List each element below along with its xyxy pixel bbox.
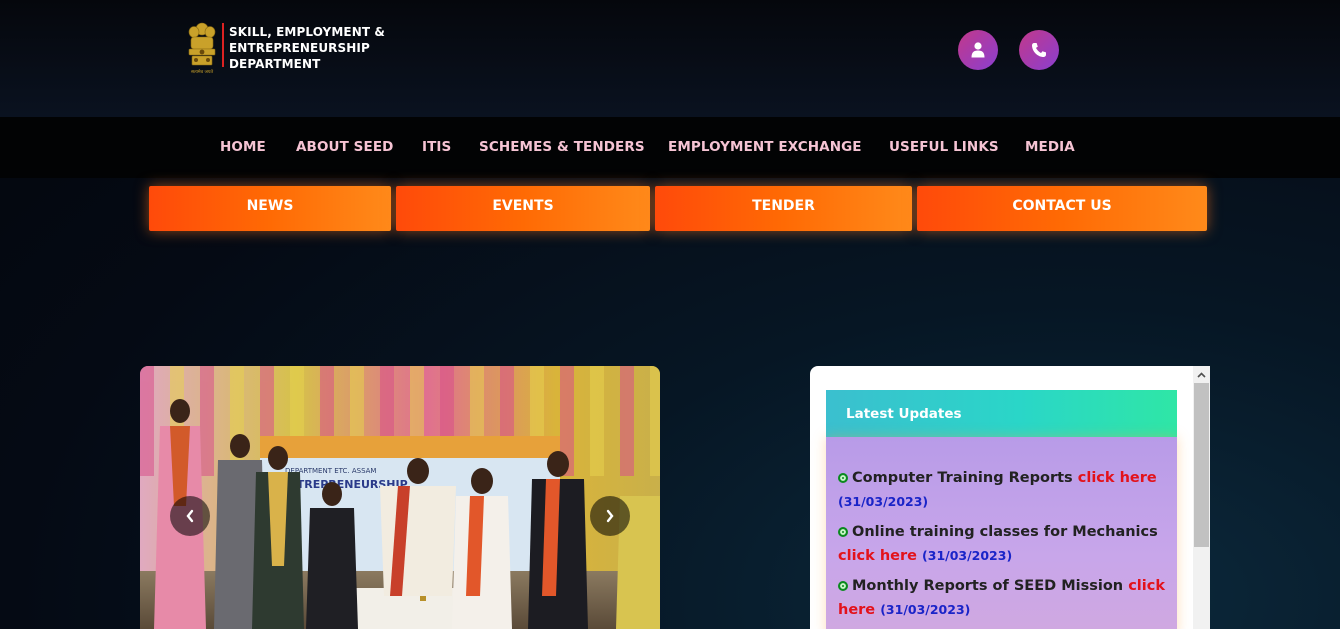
nav-employment-exchange[interactable]: EMPLOYMENT EXCHANGE bbox=[668, 139, 862, 155]
update-item: Monthly Reports of SEED Mission click he… bbox=[838, 575, 1165, 622]
update-item: Computer Training Reports click here (31… bbox=[838, 467, 1165, 514]
update-date: (31/03/2023) bbox=[922, 548, 1013, 563]
nav-itis[interactable]: ITIS bbox=[422, 139, 451, 155]
emblem-caption: सत्यमेव जयते bbox=[191, 68, 214, 75]
logo-divider bbox=[222, 23, 224, 67]
state-emblem-icon: सत्यमेव जयते bbox=[188, 22, 216, 75]
bullet-icon bbox=[838, 473, 848, 483]
bullet-icon bbox=[838, 527, 848, 537]
chevron-right-icon bbox=[606, 509, 614, 523]
phone-contact-button[interactable] bbox=[1019, 30, 1059, 70]
nav-about-seed[interactable]: ABOUT SEED bbox=[296, 139, 393, 155]
department-logo[interactable]: सत्यमेव जयते SKILL, EMPLOYMENT & ENTREPR… bbox=[186, 20, 385, 75]
nav-useful-links[interactable]: USEFUL LINKS bbox=[889, 139, 999, 155]
tender-button[interactable]: TENDER bbox=[655, 186, 912, 231]
update-link[interactable]: click here bbox=[1078, 470, 1157, 486]
user-login-button[interactable] bbox=[958, 30, 998, 70]
news-button[interactable]: NEWS bbox=[149, 186, 391, 231]
contact-us-button[interactable]: CONTACT US bbox=[917, 186, 1207, 231]
bullet-icon bbox=[838, 581, 848, 591]
department-name: SKILL, EMPLOYMENT & ENTREPRENEURSHIP DEP… bbox=[229, 20, 385, 72]
update-link[interactable]: click here bbox=[838, 548, 917, 564]
photo-carousel[interactable]: DEPARTMENT ETC. ASSAM ENTREPRENEURSHIP bbox=[140, 366, 660, 629]
latest-updates-title: Latest Updates bbox=[826, 390, 1177, 437]
update-date: (31/03/2023) bbox=[838, 494, 929, 509]
carousel-next-button[interactable] bbox=[590, 496, 630, 536]
nav-home[interactable]: HOME bbox=[220, 139, 266, 155]
carousel-prev-button[interactable] bbox=[170, 496, 210, 536]
update-text: Monthly Reports of SEED Mission bbox=[852, 578, 1124, 594]
phone-icon bbox=[1032, 43, 1046, 57]
scroll-up-arrow-icon[interactable] bbox=[1193, 366, 1210, 383]
update-text: Online training classes for Mechanics bbox=[852, 524, 1158, 540]
scrollbar-thumb[interactable] bbox=[1194, 383, 1209, 547]
nav-schemes-tenders[interactable]: SCHEMES & TENDERS bbox=[479, 139, 645, 155]
update-item: Online training classes for Mechanics cl… bbox=[838, 521, 1165, 568]
logo-line-3: DEPARTMENT bbox=[229, 57, 321, 71]
site-header: सत्यमेव जयते SKILL, EMPLOYMENT & ENTREPR… bbox=[0, 0, 1340, 117]
events-button-label: EVENTS bbox=[492, 198, 554, 214]
update-date: (31/03/2023) bbox=[880, 602, 971, 617]
updates-scrollbar[interactable] bbox=[1193, 366, 1210, 629]
main-nav: HOME ABOUT SEED ITIS SCHEMES & TENDERS E… bbox=[0, 117, 1340, 178]
chevron-left-icon bbox=[186, 509, 194, 523]
carousel-photo: DEPARTMENT ETC. ASSAM ENTREPRENEURSHIP bbox=[140, 366, 660, 629]
tender-button-label: TENDER bbox=[752, 198, 815, 214]
latest-updates-panel: Latest Updates Computer Training Reports… bbox=[810, 366, 1210, 629]
news-button-label: NEWS bbox=[246, 198, 294, 214]
user-icon bbox=[971, 42, 985, 58]
events-button[interactable]: EVENTS bbox=[396, 186, 650, 231]
logo-line-2: ENTREPRENEURSHIP bbox=[229, 41, 370, 55]
latest-updates-list: Computer Training Reports click here (31… bbox=[826, 437, 1177, 629]
logo-line-1: SKILL, EMPLOYMENT & bbox=[229, 25, 385, 39]
contact-us-button-label: CONTACT US bbox=[1012, 198, 1112, 214]
update-text: Computer Training Reports bbox=[852, 470, 1073, 486]
nav-media[interactable]: MEDIA bbox=[1025, 139, 1075, 155]
